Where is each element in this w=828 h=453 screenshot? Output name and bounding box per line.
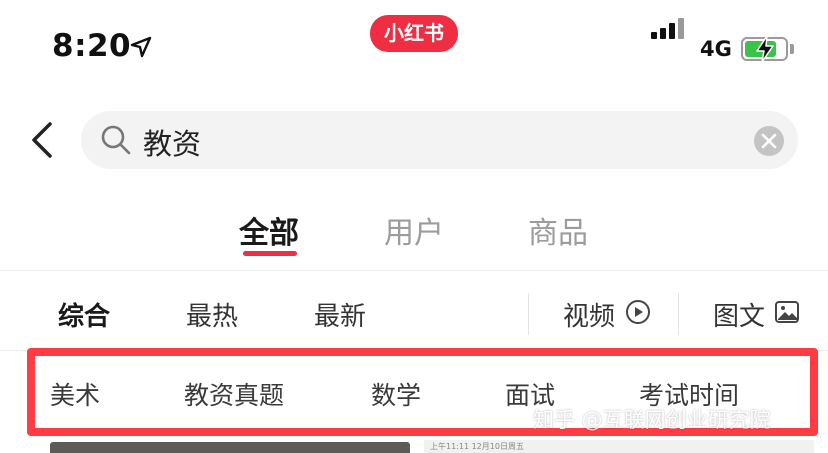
topic-chip[interactable]: 教资真题 bbox=[184, 376, 284, 412]
close-icon bbox=[761, 133, 777, 149]
topic-chip[interactable]: 美术 bbox=[50, 376, 100, 412]
topic-chip[interactable]: 数学 bbox=[371, 376, 421, 412]
sort-hottest[interactable]: 最热 bbox=[186, 296, 238, 333]
filter-image-text[interactable]: 图文 bbox=[713, 296, 765, 333]
active-tab-indicator bbox=[243, 251, 297, 256]
back-arrow-icon[interactable] bbox=[28, 120, 58, 160]
tab-products[interactable]: 商品 bbox=[528, 208, 588, 252]
result-card[interactable] bbox=[50, 442, 410, 453]
sort-comprehensive[interactable]: 综合 bbox=[58, 296, 110, 333]
app-logo: 小红书 bbox=[370, 15, 458, 52]
search-query[interactable]: 教资 bbox=[143, 121, 201, 163]
filter-separator bbox=[678, 293, 679, 335]
play-icon bbox=[626, 300, 650, 324]
divider bbox=[0, 270, 828, 271]
tab-all[interactable]: 全部 bbox=[239, 208, 299, 252]
image-icon bbox=[775, 301, 799, 323]
status-time: 8:20 bbox=[52, 28, 132, 64]
filter-separator bbox=[528, 293, 529, 335]
battery-tip bbox=[790, 44, 794, 54]
filter-video[interactable]: 视频 bbox=[563, 296, 615, 333]
network-type: 4G bbox=[700, 37, 732, 61]
search-icon bbox=[101, 125, 131, 155]
tab-users[interactable]: 用户 bbox=[384, 208, 444, 252]
card-preview-text: 上午11:11 12月10日周五 bbox=[430, 442, 524, 451]
sort-newest[interactable]: 最新 bbox=[314, 296, 366, 333]
clear-search-button[interactable] bbox=[754, 126, 784, 156]
watermark: 知乎 @互联网创业研究院 bbox=[533, 408, 771, 432]
location-arrow-icon bbox=[130, 36, 152, 58]
charging-bolt-icon bbox=[756, 35, 774, 63]
